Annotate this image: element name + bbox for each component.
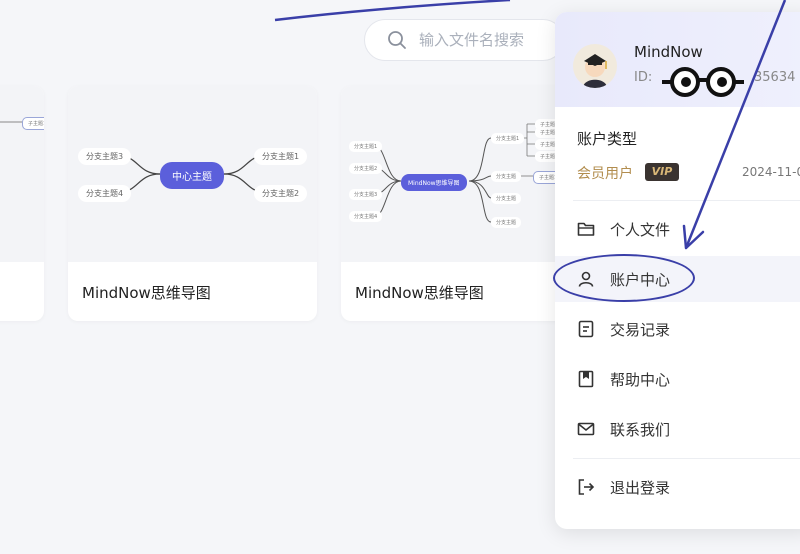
file-name: MindNow思维导图	[82, 284, 211, 302]
mindmap-node: 分支主题	[491, 193, 522, 204]
mindmap-thumbnail: 子主题1	[0, 86, 44, 262]
mindmap-node: 分支主题4	[349, 211, 383, 222]
mindmap-node: 分支主题	[491, 171, 522, 182]
mindmap-thumbnail: 中心主题 分支主题3 分支主题1 分支主题4 分支主题2	[68, 86, 317, 262]
mindmap-node: 分支主题4	[78, 185, 132, 202]
search-icon	[388, 31, 406, 49]
menu-item-label: 退出登录	[610, 478, 671, 497]
mindmap-node: 分支主题	[491, 217, 522, 228]
mindmap-node: 分支主题1	[254, 148, 308, 165]
menu-item-help-center[interactable]: 帮助中心	[555, 356, 800, 402]
mindmap-node: 子主题1	[22, 117, 44, 130]
file-name: MindNow思维导图	[355, 284, 484, 302]
file-card[interactable]: 子主题1	[0, 86, 44, 321]
mindmap-node: 分支主题1	[491, 133, 525, 144]
search-box[interactable]	[364, 19, 564, 61]
mindmap-node: 分支主题3	[78, 148, 132, 165]
membership-status: 会员用户	[577, 166, 633, 182]
file-card[interactable]: 中心主题 分支主题3 分支主题1 分支主题4 分支主题2 MindNow思维导图	[68, 86, 317, 321]
menu-item-label: 交易记录	[610, 320, 671, 339]
file-card[interactable]: MindNow思维导图 分支主题1 分支主题2 分支主题3 分支主题4 分支主题…	[341, 86, 581, 321]
mindmap-node: 分支主题3	[349, 189, 383, 200]
mindmap-node: 分支主题1	[349, 141, 383, 152]
mindmap-center-node: 中心主题	[160, 162, 224, 189]
account-type-label: 账户类型	[577, 130, 638, 148]
user-id-value: 35634	[754, 70, 796, 85]
mindmap-node: 分支主题2	[349, 163, 383, 174]
mindmap-center-node: MindNow思维导图	[401, 174, 467, 191]
logout-button[interactable]: 退出登录	[555, 464, 800, 510]
bookmark-icon	[577, 370, 595, 388]
user-id-label: ID:	[634, 70, 653, 85]
vip-badge: VIP	[645, 163, 679, 181]
annotation-ellipse	[553, 254, 695, 302]
avatar	[573, 44, 617, 88]
username: MindNow	[634, 43, 703, 61]
mail-icon	[577, 420, 595, 438]
menu-item-contact-us[interactable]: 联系我们	[555, 406, 800, 452]
menu-item-personal-files[interactable]: 个人文件	[555, 206, 800, 252]
membership-expiry: 2024-11-0	[742, 165, 800, 179]
divider	[573, 200, 800, 201]
mindmap-node: 分支主题2	[254, 185, 308, 202]
menu-item-label: 帮助中心	[610, 370, 671, 389]
mindmap-thumbnail: MindNow思维导图 分支主题1 分支主题2 分支主题3 分支主题4 分支主题…	[341, 86, 581, 262]
divider	[573, 458, 800, 459]
account-header: MindNow ID: 35634	[555, 12, 800, 107]
glasses-icon	[662, 67, 744, 97]
menu-item-label: 个人文件	[610, 220, 671, 239]
search-input[interactable]	[419, 31, 549, 49]
menu-item-label: 联系我们	[610, 420, 671, 439]
receipt-icon	[577, 320, 595, 338]
folder-icon	[577, 220, 595, 238]
logout-icon	[577, 478, 595, 496]
menu-item-transactions[interactable]: 交易记录	[555, 306, 800, 352]
